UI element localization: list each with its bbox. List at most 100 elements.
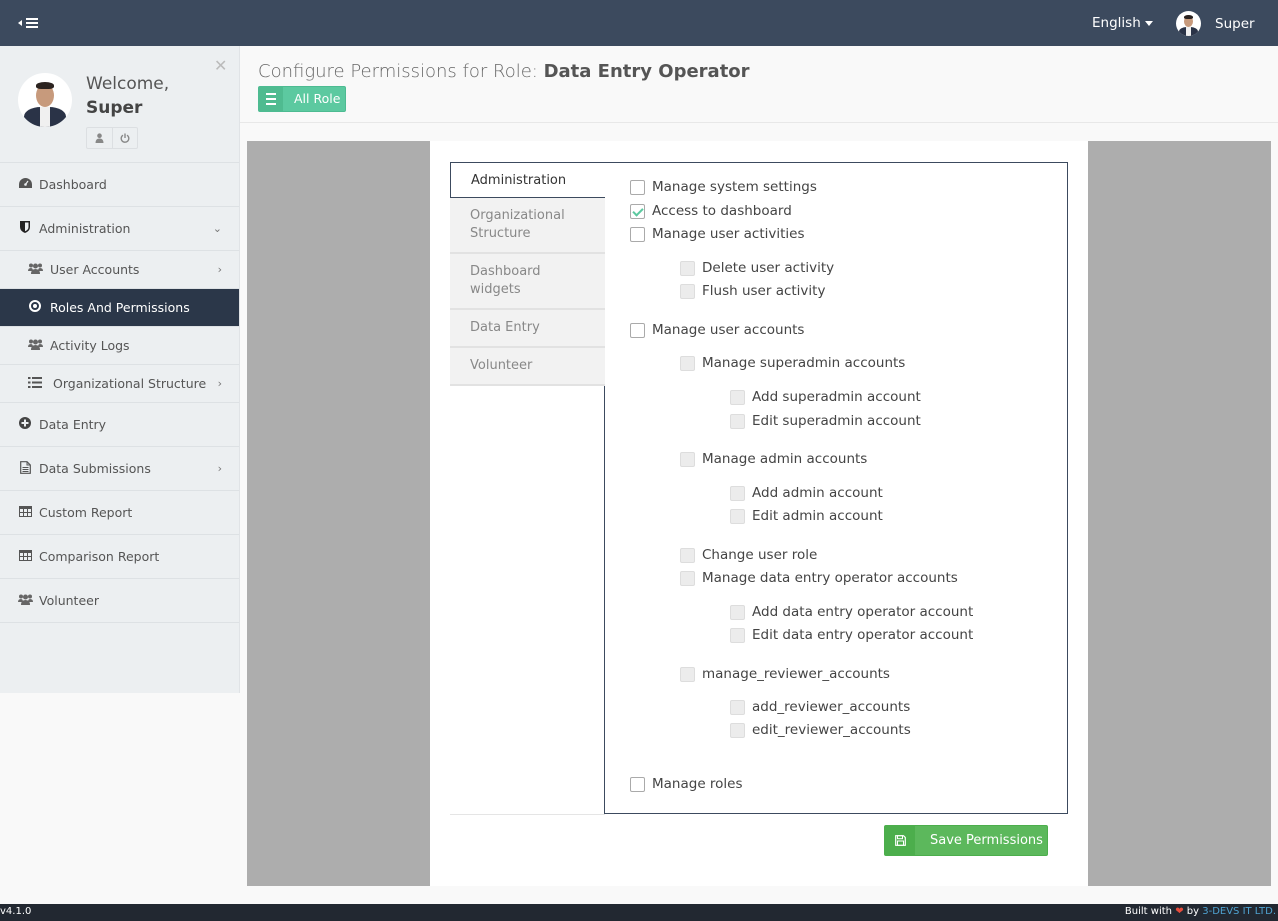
- permission-item[interactable]: Change user role: [680, 547, 817, 563]
- permission-item[interactable]: Edit superadmin account: [730, 413, 921, 429]
- sidebar-item-custom-report[interactable]: Custom Report: [0, 491, 239, 535]
- tab-dashboard-widgets[interactable]: Dashboard widgets: [450, 254, 605, 310]
- permission-item[interactable]: edit_reviewer_accounts: [730, 722, 911, 738]
- permission-checkbox: [680, 666, 695, 682]
- permission-checkbox[interactable]: [630, 179, 645, 195]
- permission-checkbox[interactable]: [630, 203, 645, 219]
- permission-label: Access to dashboard: [652, 203, 792, 219]
- permission-item[interactable]: Add admin account: [730, 485, 883, 501]
- sidebar-item-label: Volunteer: [39, 593, 99, 608]
- permission-label: Manage superadmin accounts: [702, 355, 906, 371]
- sidebar-item-comparison-report[interactable]: Comparison Report: [0, 535, 239, 579]
- chevron-down-icon: ⌄: [212, 222, 222, 235]
- chevron-right-icon: ›: [217, 377, 222, 390]
- sidebar-item-data-submissions[interactable]: Data Submissions ›: [0, 447, 239, 491]
- close-icon[interactable]: ✕: [214, 56, 227, 75]
- sidebar-item-organizational-structure[interactable]: Organizational Structure ›: [0, 365, 239, 403]
- permission-checkbox[interactable]: [630, 322, 645, 338]
- permission-item[interactable]: add_reviewer_accounts: [730, 699, 910, 715]
- sidebar-item-roles-and-permissions[interactable]: Roles And Permissions: [0, 289, 239, 327]
- sidebar-item-activity-logs[interactable]: Activity Logs: [0, 327, 239, 365]
- page-title: Configure Permissions for Role: Data Ent…: [258, 61, 750, 82]
- sidebar-item-label: Administration: [39, 221, 131, 236]
- sidebar-toggle-button[interactable]: [18, 15, 40, 31]
- permission-checkbox: [680, 570, 695, 586]
- permission-label: Add data entry operator account: [752, 604, 974, 620]
- permission-label: Change user role: [702, 547, 818, 563]
- tab-administration[interactable]: Administration: [450, 162, 605, 198]
- permission-label: manage_reviewer_accounts: [702, 666, 890, 682]
- dot-circle-icon: [28, 300, 42, 315]
- company-link[interactable]: 3-DEVS IT LTD.: [1202, 906, 1276, 917]
- save-permissions-button[interactable]: Save Permissions: [884, 825, 1048, 856]
- heart-icon: ❤: [1175, 906, 1184, 917]
- permission-item[interactable]: Manage admin accounts: [680, 451, 867, 467]
- permission-item[interactable]: Edit admin account: [730, 508, 883, 524]
- permission-item[interactable]: Manage data entry operator accounts: [680, 570, 958, 586]
- tab-volunteer[interactable]: Volunteer: [450, 348, 605, 386]
- permission-checkbox: [680, 283, 695, 299]
- save-permissions-label: Save Permissions: [930, 833, 1043, 848]
- permission-item[interactable]: Manage superadmin accounts: [680, 355, 905, 371]
- permission-label: Add admin account: [752, 485, 883, 501]
- plus-circle-icon: [18, 417, 32, 432]
- caret-down-icon: [1144, 20, 1153, 26]
- permission-label: Manage user activities: [652, 226, 805, 242]
- permission-item[interactable]: Add data entry operator account: [730, 604, 973, 620]
- permission-label: Manage system settings: [652, 179, 817, 195]
- list-icon: [28, 376, 42, 391]
- sidebar-item-label: Data Submissions: [39, 461, 151, 476]
- version-text: v4.1.0: [0, 906, 32, 917]
- permission-checkbox: [680, 260, 695, 276]
- role-name: Data Entry Operator: [543, 61, 750, 82]
- permission-tabs: Administration Organizational Structure …: [450, 162, 605, 386]
- users-icon: [28, 263, 43, 277]
- sidebar-item-label: Comparison Report: [39, 549, 160, 564]
- language-dropdown[interactable]: English: [1092, 15, 1153, 31]
- save-icon: [885, 826, 915, 855]
- permission-item[interactable]: manage_reviewer_accounts: [680, 666, 890, 682]
- logout-button[interactable]: [112, 128, 137, 148]
- permission-item[interactable]: Manage user activities: [630, 226, 805, 242]
- sidebar-item-data-entry[interactable]: Data Entry: [0, 403, 239, 447]
- permission-item[interactable]: Manage system settings: [630, 179, 817, 195]
- page-header: Configure Permissions for Role: Data Ent…: [240, 46, 1278, 123]
- all-role-button[interactable]: All Role: [258, 86, 346, 112]
- sidebar-item-user-accounts[interactable]: User Accounts ›: [0, 251, 239, 289]
- permission-checkbox: [730, 604, 745, 620]
- language-label: English: [1092, 15, 1141, 31]
- tab-data-entry[interactable]: Data Entry: [450, 310, 605, 348]
- permission-label: Manage user accounts: [652, 322, 805, 338]
- permission-item[interactable]: Manage roles: [630, 776, 743, 792]
- permission-item[interactable]: Delete user activity: [680, 260, 834, 276]
- sidebar-item-label: Activity Logs: [50, 338, 130, 353]
- permission-checkbox: [730, 508, 745, 524]
- permission-checkbox: [730, 627, 745, 643]
- sidebar: ✕ Welcome, Super Dashboard Administratio…: [0, 46, 240, 693]
- sidebar-item-volunteer[interactable]: Volunteer: [0, 579, 239, 623]
- divider: [450, 814, 605, 815]
- permission-checkbox: [730, 699, 745, 715]
- credit-text: Built with ❤ by 3-DEVS IT LTD.: [1125, 906, 1276, 917]
- top-navbar: English Super: [0, 0, 1278, 46]
- sidebar-item-dashboard[interactable]: Dashboard: [0, 163, 239, 207]
- all-role-label: All Role: [294, 91, 341, 106]
- permission-item[interactable]: Flush user activity: [680, 283, 825, 299]
- by-text: by: [1186, 906, 1200, 917]
- permission-item[interactable]: Add superadmin account: [730, 389, 921, 405]
- permission-label: Add superadmin account: [752, 389, 921, 405]
- tab-organizational-structure[interactable]: Organizational Structure: [450, 198, 605, 254]
- permission-checkbox[interactable]: [630, 776, 645, 792]
- sidebar-item-label: Organizational Structure: [53, 376, 207, 391]
- permission-checkbox[interactable]: [630, 226, 645, 242]
- permission-item[interactable]: Edit data entry operator account: [730, 627, 973, 643]
- chevron-right-icon: ›: [217, 263, 222, 276]
- permission-label: Edit admin account: [752, 508, 883, 524]
- permission-item[interactable]: Manage user accounts: [630, 322, 804, 338]
- sidebar-item-administration[interactable]: Administration ⌄: [0, 207, 239, 251]
- profile-button[interactable]: [87, 128, 112, 148]
- sidebar-item-label: User Accounts: [50, 262, 140, 277]
- welcome-text: Welcome,: [86, 74, 170, 94]
- permission-item[interactable]: Access to dashboard: [630, 203, 792, 219]
- user-menu[interactable]: Super: [1176, 11, 1255, 36]
